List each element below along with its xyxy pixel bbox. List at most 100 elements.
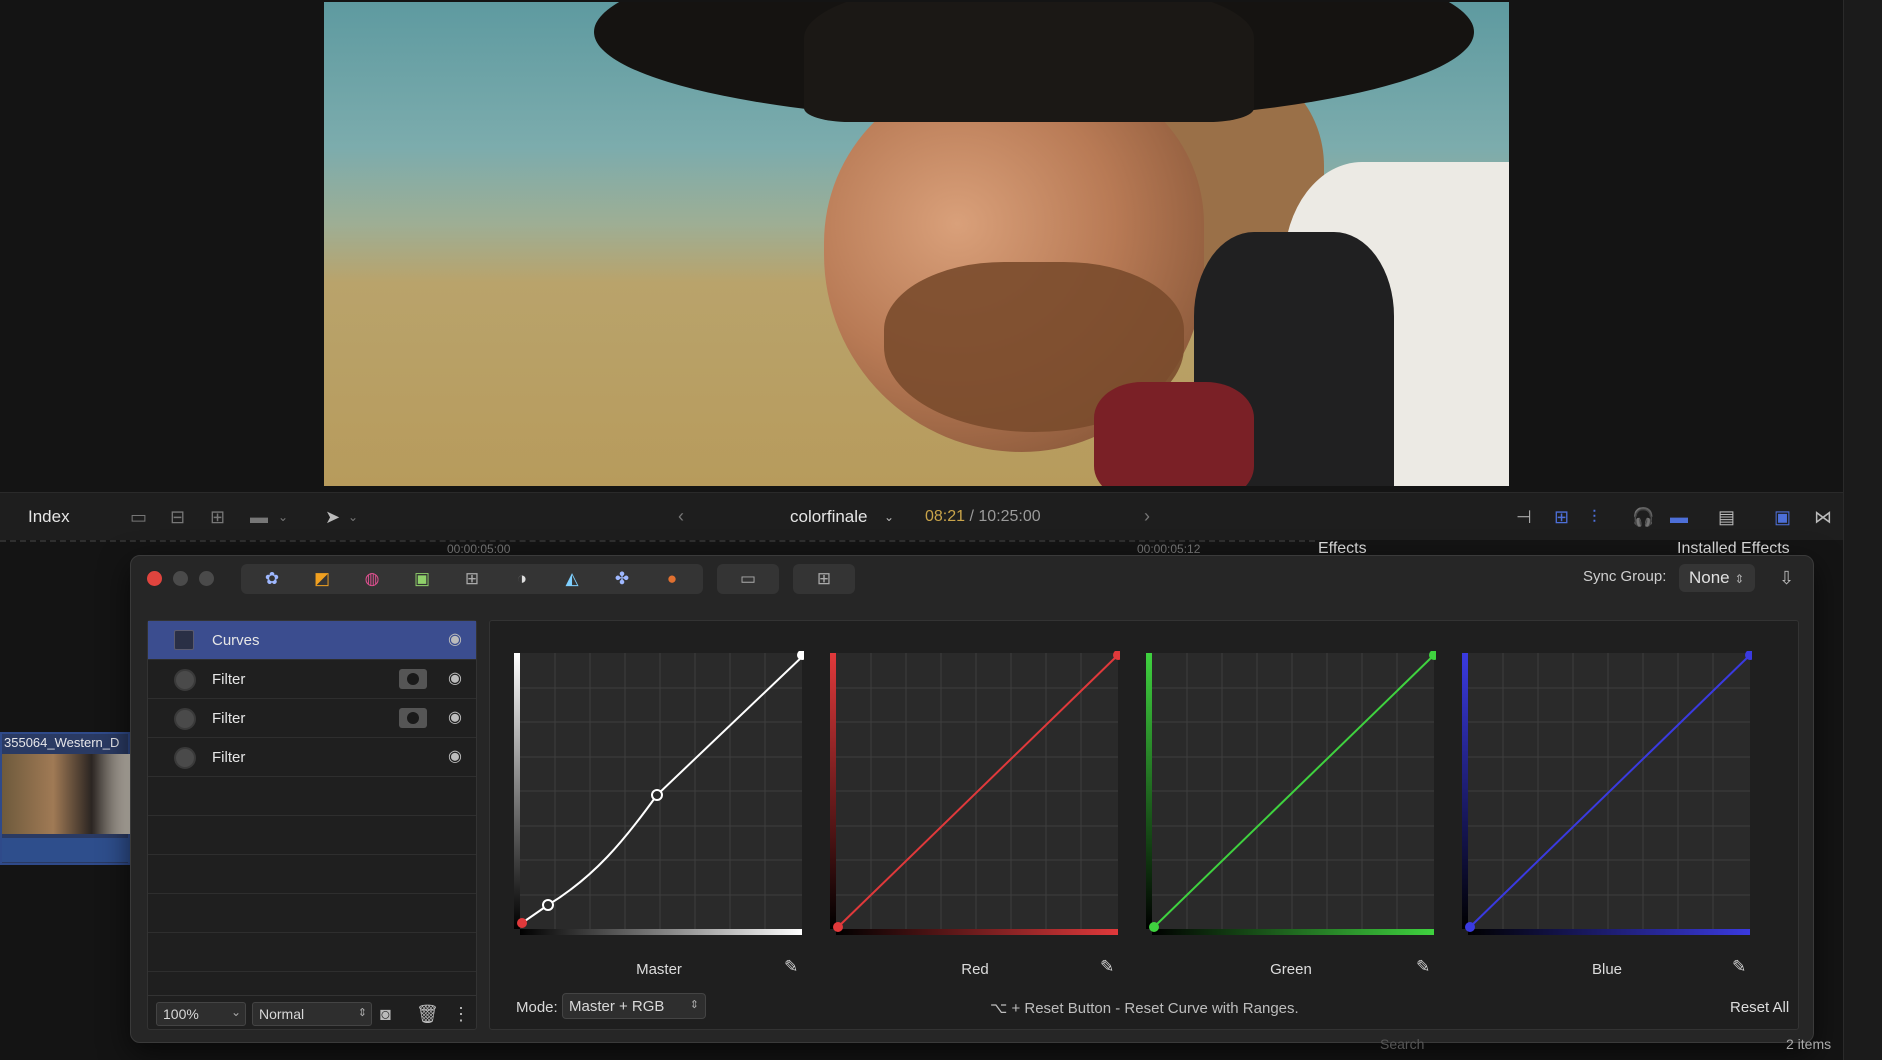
audio-skimming-icon[interactable]: ⊞: [1554, 507, 1569, 527]
chevron-updown-icon: ⇕: [689, 999, 699, 1011]
grid-layout-icon[interactable]: ⊞: [799, 564, 849, 594]
green-curve-label: Green: [1270, 961, 1312, 978]
layer-name: Filter: [212, 710, 246, 727]
red-curve-graph[interactable]: [830, 651, 1120, 941]
viewer-image-region: [1094, 382, 1254, 486]
previous-icon[interactable]: ‹: [678, 506, 684, 526]
append-clip-icon[interactable]: ⊞: [210, 507, 225, 527]
timeline-clip[interactable]: 355064_Western_D: [0, 732, 130, 865]
color-wheels-icon[interactable]: ✿: [247, 564, 297, 594]
tool-tab-group: ✿ ◩ ◍ ▣ ⊞ ◑ ◭ ✤ ●: [241, 564, 703, 594]
reset-hint-text: ⌥ + Reset Button - Reset Curve with Rang…: [990, 1000, 1299, 1017]
effects-browser-icon[interactable]: ▣: [1774, 507, 1791, 527]
eyedropper-icon[interactable]: ✎: [1732, 957, 1746, 977]
blend-mode-value: Normal: [259, 1006, 305, 1022]
eye-icon[interactable]: ◉: [448, 629, 462, 649]
mask-icon[interactable]: [399, 669, 427, 689]
color-finale-panel: ✿ ◩ ◍ ▣ ⊞ ◑ ◭ ✤ ● ▭ ⊞ Sync Group: None ⇕…: [130, 555, 1814, 1043]
skimming-icon[interactable]: ⊣: [1516, 507, 1532, 527]
layer-row-filter[interactable]: Filter ◉: [148, 660, 476, 699]
tool-tabs: ✿ ◩ ◍ ▣ ⊞ ◑ ◭ ✤ ● ▭ ⊞: [241, 564, 869, 594]
select-tool-icon[interactable]: ➤: [325, 507, 340, 527]
lut-icon[interactable]: ▣: [397, 564, 447, 594]
minimize-button[interactable]: [173, 571, 188, 586]
mode-value: Master + RGB: [569, 998, 665, 1015]
effects-header: Effects Installed Effects: [1315, 540, 1843, 557]
clip-appearance-icon[interactable]: ▤: [1718, 507, 1735, 527]
green-curve-graph[interactable]: [1146, 651, 1436, 941]
empty-layer-row: [148, 933, 476, 972]
color-icon[interactable]: ●: [647, 564, 697, 594]
layout-tab-group: ⊞: [793, 564, 855, 594]
clip-name: 355064_Western_D: [4, 735, 120, 750]
sync-group-select[interactable]: None ⇕: [1679, 564, 1755, 592]
grid-icon[interactable]: ⊞: [447, 564, 497, 594]
chevron-down-icon[interactable]: ⌄: [884, 507, 894, 527]
sync-group-label: Sync Group:: [1583, 568, 1667, 585]
mode-label: Mode:: [516, 999, 558, 1016]
insert-clip-icon[interactable]: ⊟: [170, 507, 185, 527]
hue-icon[interactable]: ◍: [347, 564, 397, 594]
layer-row-filter[interactable]: Filter ◉: [148, 738, 476, 777]
eyedropper-icon[interactable]: ✎: [1416, 957, 1430, 977]
video-viewer[interactable]: [324, 2, 1509, 486]
headphones-icon[interactable]: 🎧: [1632, 507, 1654, 527]
more-icon[interactable]: ⋮: [452, 1004, 470, 1024]
timecode-display: 08:21 / 10:25:00: [925, 508, 1041, 526]
snapping-icon[interactable]: ▬: [1670, 507, 1688, 527]
mode-select[interactable]: Master + RGB ⇕: [562, 993, 706, 1019]
timeline-toolbar: Index ▭ ⊟ ⊞ ▬ ⌄ ➤ ⌄ ‹ colorfinale ⌄ 08:2…: [0, 492, 1843, 540]
overwrite-clip-icon[interactable]: ▬: [250, 507, 268, 527]
project-name[interactable]: colorfinale: [790, 507, 868, 527]
search-field[interactable]: Search: [1380, 1036, 1424, 1052]
layer-row-curves[interactable]: Curves ◉: [148, 621, 476, 660]
eye-icon[interactable]: ◉: [448, 707, 462, 727]
chevron-updown-icon: ⇕: [357, 1007, 367, 1019]
red-curve-label: Red: [961, 961, 989, 978]
clip-thumbnail: [2, 754, 130, 834]
eyedropper-icon[interactable]: ✎: [1100, 957, 1114, 977]
graph-icon[interactable]: ◭: [547, 564, 597, 594]
connect-clip-icon[interactable]: ▭: [130, 507, 147, 527]
empty-layer-row: [148, 894, 476, 933]
transitions-icon[interactable]: ⋈: [1814, 507, 1832, 527]
folder-icon[interactable]: ▭: [723, 564, 773, 594]
eye-icon[interactable]: ◉: [448, 668, 462, 688]
layer-name: Filter: [212, 671, 246, 688]
blue-curve-label: Blue: [1591, 961, 1623, 978]
filter-icon: [174, 708, 196, 730]
clip-audio-bar: [2, 838, 130, 862]
layer-name: Curves: [212, 632, 260, 649]
zoom-select[interactable]: 100% ⌄: [156, 1002, 246, 1026]
layer-row-filter[interactable]: Filter ◉: [148, 699, 476, 738]
trash-icon[interactable]: 🗑: [416, 1004, 439, 1024]
export-icon[interactable]: ⇩: [1779, 568, 1794, 588]
zoom-button[interactable]: [199, 571, 214, 586]
exposure-icon[interactable]: ◑: [497, 564, 547, 594]
waveform-icon[interactable]: ⫶: [1592, 507, 1597, 527]
filter-icon: [174, 669, 196, 691]
chevron-down-icon: ⌄: [230, 1005, 241, 1019]
eyedropper-icon[interactable]: ✎: [784, 957, 798, 977]
hsl-icon[interactable]: ✤: [597, 564, 647, 594]
eye-icon[interactable]: ◉: [448, 746, 462, 766]
next-icon[interactable]: ›: [1144, 506, 1150, 526]
timeline-ruler[interactable]: 00:00:05:00 00:00:05:12: [0, 540, 1315, 556]
close-button[interactable]: [147, 571, 162, 586]
blend-mode-select[interactable]: Normal ⇕: [252, 1002, 372, 1026]
mask-icon[interactable]: ◙: [380, 1004, 391, 1024]
index-button[interactable]: Index: [28, 507, 70, 527]
master-curve-graph[interactable]: [514, 651, 804, 941]
timecode-separator: /: [965, 508, 979, 525]
blue-curve-graph[interactable]: [1462, 651, 1752, 941]
layer-name: Filter: [212, 749, 246, 766]
ruler-tick: 00:00:05:12: [1137, 542, 1201, 556]
chevron-down-icon[interactable]: ⌄: [278, 507, 288, 527]
app-window: Index ▭ ⊟ ⊞ ▬ ⌄ ➤ ⌄ ‹ colorfinale ⌄ 08:2…: [0, 0, 1882, 1060]
viewer-image-region: [804, 2, 1254, 122]
mask-icon[interactable]: [399, 708, 427, 728]
curves-icon[interactable]: ◩: [297, 564, 347, 594]
empty-layer-row: [148, 816, 476, 855]
reset-all-button[interactable]: Reset All: [1730, 999, 1789, 1016]
chevron-down-icon[interactable]: ⌄: [348, 507, 358, 527]
